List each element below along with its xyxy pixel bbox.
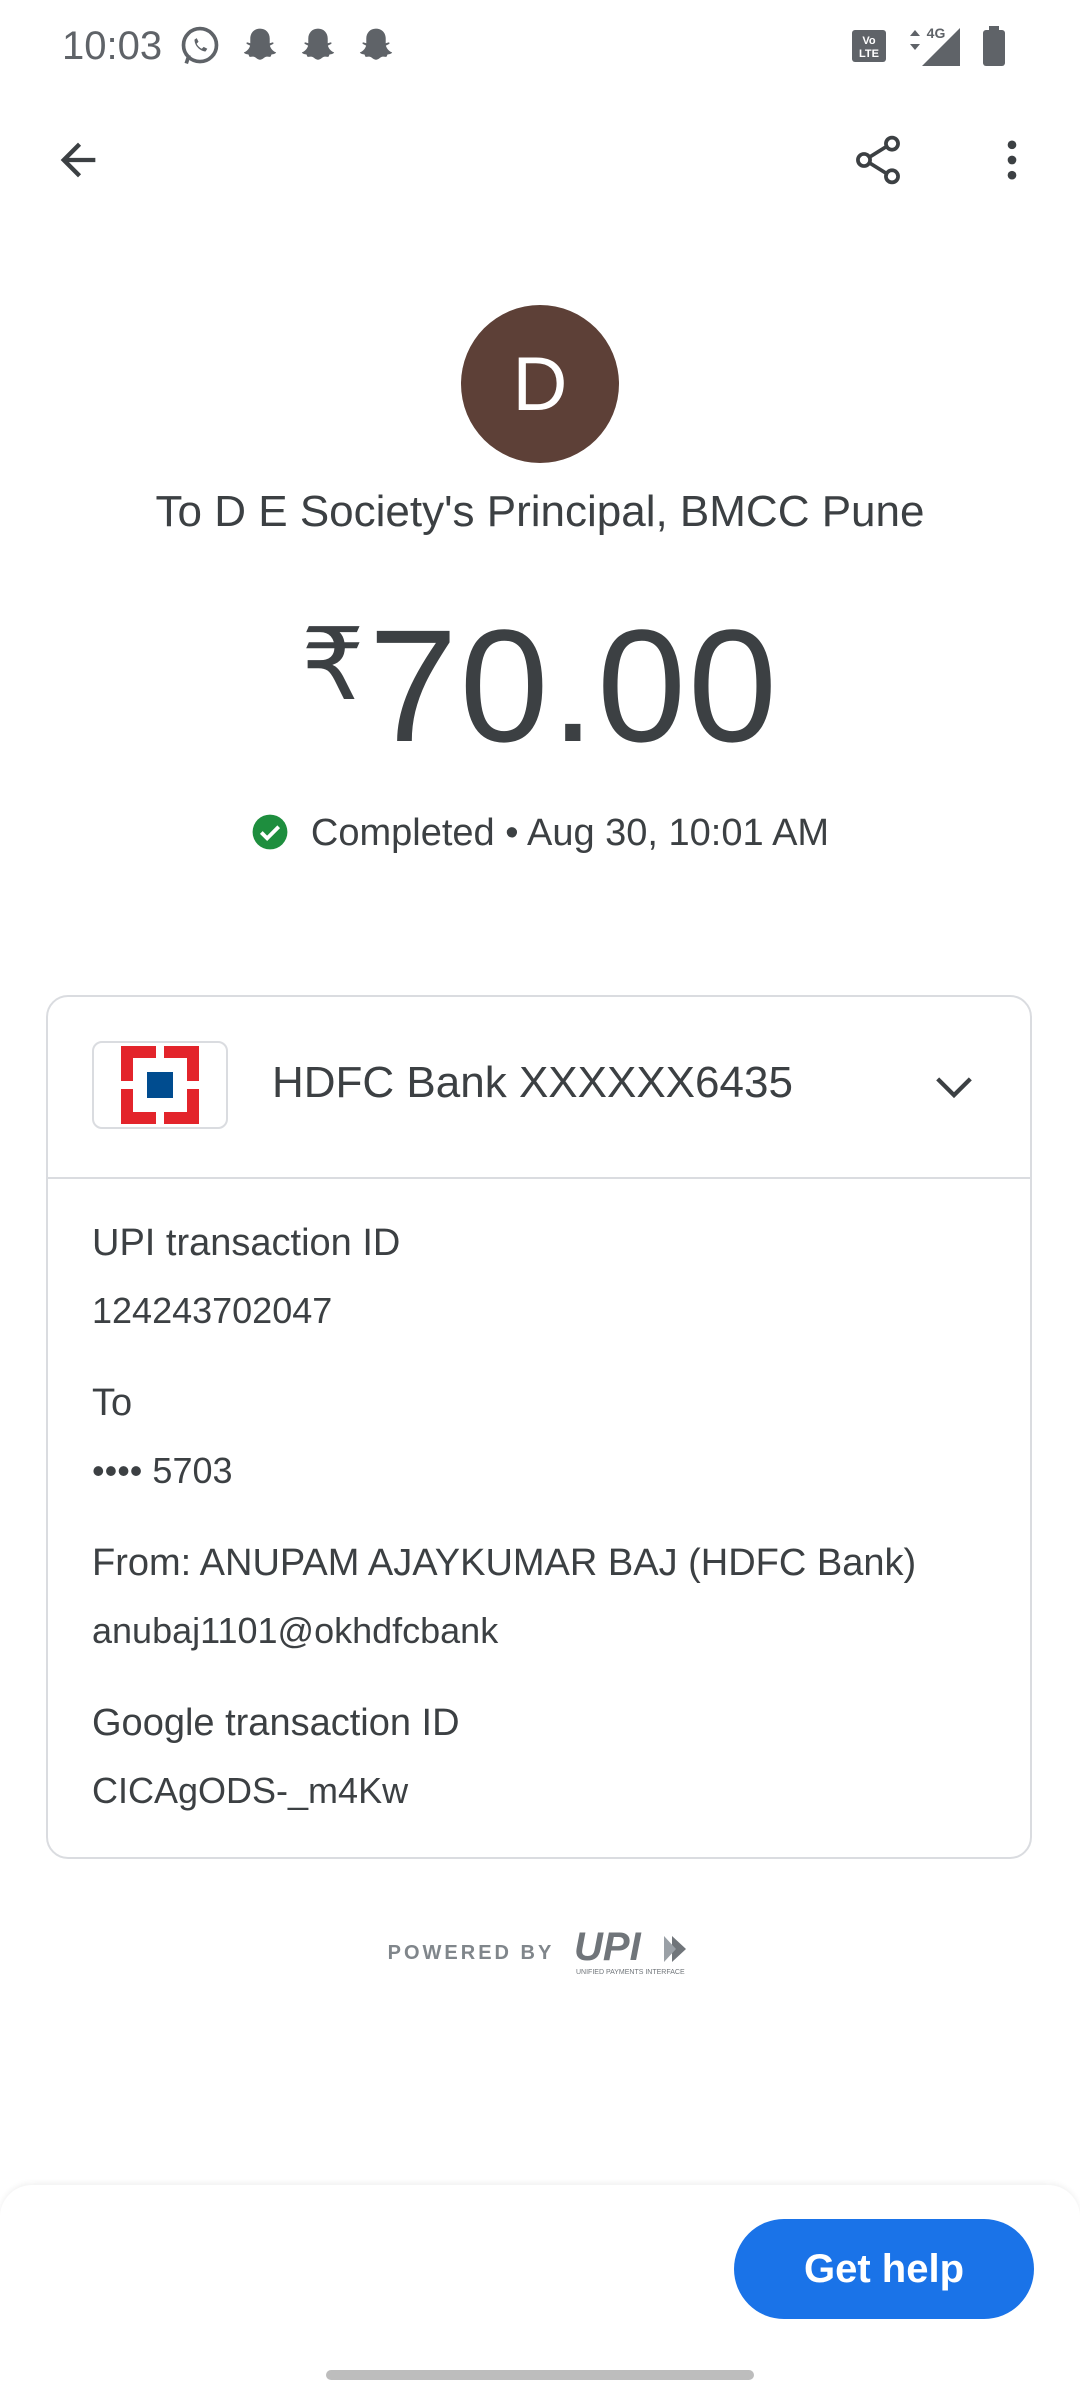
payee-name: To D E Society's Principal, BMCC Pune	[155, 487, 925, 536]
bottom-action-bar: Get help	[0, 2185, 1080, 2400]
powered-by-text: POWERED BY	[387, 1941, 555, 1964]
expand-button[interactable]	[914, 1047, 994, 1127]
bank-account-row[interactable]: HDFC Bank XXXXXX6435	[48, 997, 1030, 1179]
network-type: 4G	[927, 25, 946, 41]
detail-value[interactable]: 124243702047	[92, 1283, 992, 1339]
detail-label: To	[92, 1382, 133, 1424]
detail-label: From: ANUPAM AJAYKUMAR BAJ (HDFC Bank)	[92, 1542, 917, 1584]
bank-account-name: HDFC Bank XXXXXX6435	[272, 1058, 793, 1107]
get-help-button[interactable]: Get help	[734, 2219, 1034, 2319]
whatsapp-icon	[178, 24, 222, 68]
svg-text:Vo: Vo	[862, 35, 876, 47]
arrow-back-icon	[60, 142, 96, 178]
upi-tagline: UNIFIED PAYMENTS INTERFACE	[576, 1969, 685, 1976]
svg-text:LTE: LTE	[859, 48, 879, 60]
more-options-button[interactable]	[964, 112, 1060, 208]
chevron-down-icon	[936, 1077, 972, 1099]
check-circle-icon	[252, 814, 288, 850]
battery-icon	[978, 20, 1010, 72]
snapchat-icon	[354, 24, 398, 68]
powered-by-upi: POWERED BY UPI UNIFIED PAYMENTS INTERFAC…	[0, 1928, 1080, 1978]
status-bar: 10:03 Vo LTE 4G	[0, 0, 1080, 96]
upi-logo-text: UPI	[574, 1928, 642, 1969]
share-button[interactable]	[830, 112, 926, 208]
currency-symbol: ₹	[300, 609, 365, 721]
detail-google-transaction-id: Google transaction ID CICAgODS-_m4Kw	[92, 1695, 992, 1819]
status-time: 10:03	[62, 24, 163, 68]
detail-value[interactable]: CICAgODS-_m4Kw	[92, 1763, 992, 1819]
detail-label: Google transaction ID	[92, 1702, 460, 1744]
payee-avatar: D	[461, 305, 619, 463]
upi-logo-icon: UPI UNIFIED PAYMENTS INTERFACE	[574, 1928, 687, 1976]
detail-value: •••• 5703	[92, 1450, 233, 1491]
app-bar	[0, 110, 1080, 210]
detail-from: From: ANUPAM AJAYKUMAR BAJ (HDFC Bank) a…	[92, 1535, 992, 1659]
hdfc-logo-icon	[92, 1041, 228, 1129]
amount: ₹70.00	[0, 575, 1080, 775]
home-indicator[interactable]	[326, 2370, 754, 2380]
snapchat-icon	[238, 24, 282, 68]
amount-value: 70.00	[368, 596, 779, 775]
volte-icon: Vo LTE	[850, 20, 890, 72]
status-text: Completed • Aug 30, 10:01 AM	[310, 812, 830, 854]
back-button[interactable]	[30, 112, 126, 208]
share-icon	[856, 135, 900, 185]
detail-to: To •••• 5703	[92, 1375, 992, 1499]
transaction-status: Completed • Aug 30, 10:01 AM	[0, 808, 1080, 858]
detail-value: anubaj1101@okhdfcbank	[92, 1610, 499, 1651]
detail-label: UPI transaction ID	[92, 1222, 401, 1264]
signal-icon: 4G	[902, 20, 966, 72]
detail-upi-transaction-id: UPI transaction ID 124243702047	[92, 1215, 992, 1339]
snapchat-icon	[296, 24, 340, 68]
transaction-details-card: HDFC Bank XXXXXX6435 UPI transaction ID …	[46, 995, 1032, 1859]
more-vert-icon	[1007, 140, 1017, 180]
